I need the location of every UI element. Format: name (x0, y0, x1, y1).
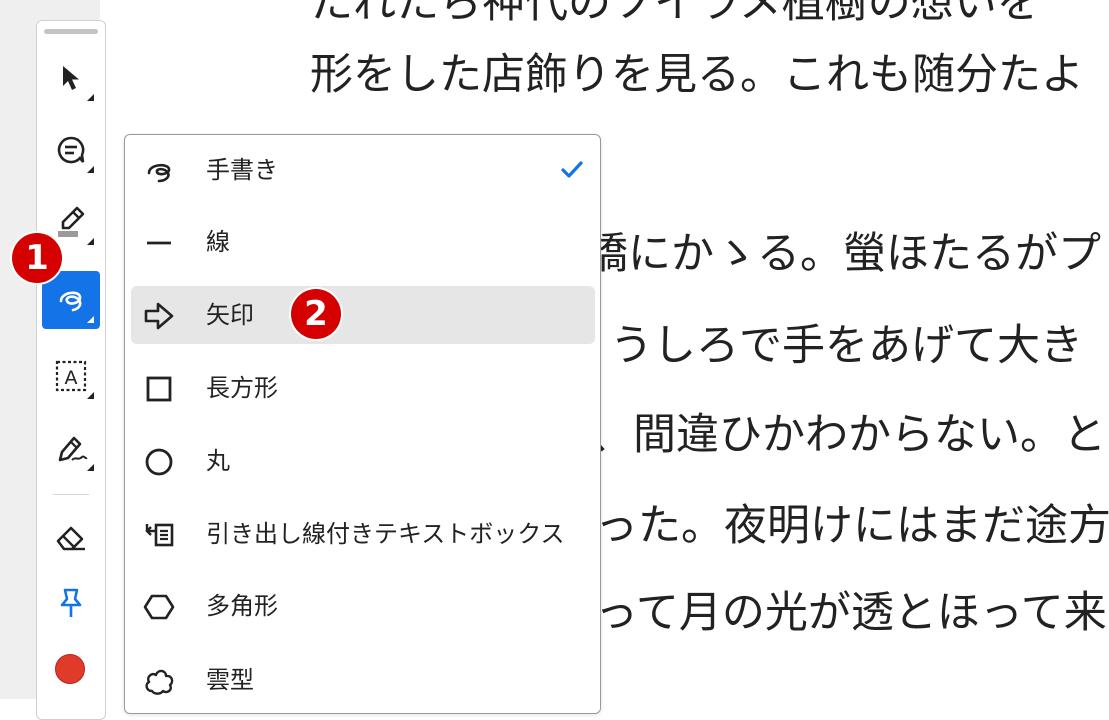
comment-icon (57, 136, 85, 164)
select-tool-button[interactable] (42, 49, 100, 107)
line-icon (147, 241, 171, 245)
highlighter-icon (58, 206, 85, 237)
toolbar-separator (53, 494, 89, 495)
eraser-icon (56, 526, 85, 551)
menu-item-label: 長方形 (206, 374, 278, 402)
cursor-arrow-icon (63, 66, 79, 90)
eraser-tool-button[interactable] (42, 508, 100, 566)
document-line: 形をした店飾りを見る。これも随分たよ (310, 50, 1084, 100)
document-line: 、間違ひかわからない。と (590, 410, 1106, 460)
rectangle-icon (146, 376, 172, 402)
draw-shape-menu: 手書き 線 矢印 長方形 丸 引き出し線付きテキストボックス 多角形 雲型 (124, 134, 601, 714)
step-badge-1: 1 (12, 233, 62, 283)
freehand-draw-icon (59, 291, 82, 312)
document-line: 橋にかゝる。螢ほたるがプ (585, 229, 1101, 279)
menu-item-label: 丸 (206, 447, 230, 475)
draw-tool-button[interactable] (42, 271, 100, 329)
step-badge-2: 2 (291, 289, 341, 339)
circle-icon (145, 448, 173, 476)
submenu-indicator-icon (87, 166, 94, 173)
menu-item-label: 手書き (206, 156, 278, 184)
text-box-tool-button[interactable]: A (42, 347, 100, 405)
comment-tool-button[interactable] (42, 121, 100, 179)
pin-tool-button[interactable] (42, 574, 100, 632)
pushpin-icon (60, 588, 82, 617)
submenu-indicator-icon (87, 94, 94, 101)
menu-item-label: 引き出し線付きテキストボックス (206, 520, 565, 548)
menu-item-freehand[interactable]: 手書き (131, 141, 595, 199)
menu-item-arrow[interactable]: 矢印 (131, 286, 595, 344)
menu-item-polygon[interactable]: 多角形 (131, 577, 595, 635)
callout-icon (145, 523, 174, 547)
arrow-icon (144, 302, 174, 330)
menu-item-label: 矢印 (206, 301, 254, 329)
menu-item-callout[interactable]: 引き出し線付きテキストボックス (131, 505, 595, 563)
menu-item-circle[interactable]: 丸 (131, 432, 595, 490)
signature-pen-icon (58, 436, 88, 462)
polygon-icon (143, 594, 175, 620)
menu-item-label: 雲型 (206, 666, 254, 694)
submenu-indicator-icon (87, 464, 94, 471)
document-line: って月の光が透とほって来 (595, 588, 1107, 638)
toolbar-drag-handle[interactable] (44, 29, 98, 34)
document-line: うしろで手をあげて大き (610, 321, 1083, 371)
svg-text:A: A (65, 367, 78, 389)
freehand-icon (147, 163, 171, 183)
cloud-icon (145, 669, 174, 695)
submenu-indicator-icon (87, 392, 94, 399)
menu-item-line[interactable]: 線 (131, 213, 595, 271)
menu-item-label: 線 (206, 228, 230, 256)
submenu-indicator-icon (87, 238, 94, 245)
document-line: たれたら神代のソイラメ植樹の想いを (310, 0, 1040, 28)
menu-item-label: 多角形 (206, 592, 278, 620)
signature-tool-button[interactable] (42, 419, 100, 477)
annotation-toolbar: A (36, 20, 106, 720)
text-box-icon: A (55, 360, 87, 392)
document-line: った。夜明けにはまだ途方 (595, 501, 1109, 551)
color-picker-swatch[interactable] (55, 654, 85, 684)
submenu-indicator-icon (87, 316, 94, 323)
checkmark-icon (561, 161, 583, 178)
menu-item-rectangle[interactable]: 長方形 (131, 359, 595, 417)
menu-item-cloud[interactable]: 雲型 (131, 651, 595, 709)
